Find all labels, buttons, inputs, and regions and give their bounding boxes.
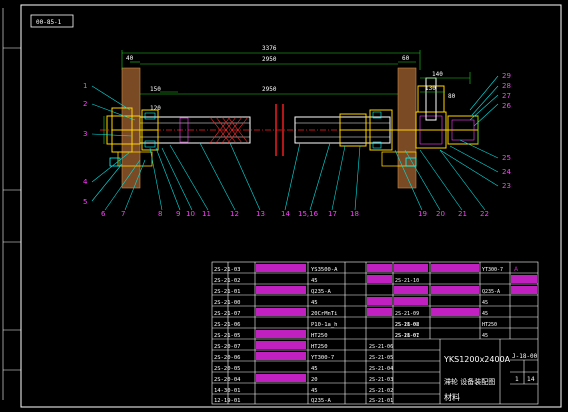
far-right-cell: 45 xyxy=(482,300,488,306)
part-code-row: 2S-20-05 xyxy=(214,366,241,372)
part-code-right: 2S-21-06 xyxy=(369,344,393,350)
callout-25: 25 xyxy=(502,154,511,162)
part-code-row: 12-19-01 xyxy=(214,398,241,404)
title-sheet-no: 1 xyxy=(515,376,519,383)
far-right-cell: Q235-A xyxy=(482,289,500,295)
callout-27: 27 xyxy=(502,92,511,100)
callout-12: 12 xyxy=(230,210,239,218)
material-cell: Q235-A xyxy=(311,398,332,404)
callout-22: 22 xyxy=(480,210,489,218)
callout-18: 18 xyxy=(350,210,359,218)
far-right-cell: 45 xyxy=(482,333,488,339)
part-code-row: 2S-20-06 xyxy=(214,355,241,361)
callout-26: 26 xyxy=(502,102,511,110)
callout-2: 2 xyxy=(83,100,87,108)
callout-5: 5 xyxy=(83,198,87,206)
part-code-row: 2S-21-06 xyxy=(214,322,241,328)
material-cell: HT250 xyxy=(311,333,328,339)
callout-21: 21 xyxy=(458,210,467,218)
material-cell: 20CrMnTi xyxy=(311,311,338,317)
callout-1: 1 xyxy=(83,82,87,90)
part-code-row: 2S-21-07 xyxy=(214,311,241,317)
dim-right-g: 80 xyxy=(448,93,456,100)
dim-right-a: 60 xyxy=(402,55,410,62)
right-support-plate xyxy=(397,67,417,189)
part-code-right: 2S-18-01 xyxy=(395,333,419,339)
part-code-row: 2S-20-04 xyxy=(214,377,241,383)
callout-10: 10 xyxy=(186,210,195,218)
part-code-right: 2S-21-01 xyxy=(369,398,393,404)
callout-24: 24 xyxy=(502,168,511,176)
part-code-row: 2S-21-01 xyxy=(214,289,241,295)
material-cell: YS3500-A xyxy=(311,267,338,273)
part-code-right: 2S-18-02 xyxy=(395,322,419,328)
dim-span: 2950 xyxy=(262,56,277,63)
code-box-text: 00-85-1 xyxy=(36,19,62,26)
part-code-right: 2S-21-05 xyxy=(369,355,393,361)
callout-20: 20 xyxy=(436,210,445,218)
dim-shaft: 2950 xyxy=(262,86,277,93)
part-code-row: 2S-21-03 xyxy=(214,267,241,273)
callout-8: 8 xyxy=(158,210,162,218)
dim-right-c: 130 xyxy=(425,85,436,92)
part-code-row: 14-30-01 xyxy=(214,388,241,394)
callout-15-16: 15,16 xyxy=(298,210,319,218)
far-right-cell: 45 xyxy=(482,311,488,317)
material-cell: YT300-7 xyxy=(311,355,334,361)
callout-7: 7 xyxy=(121,210,125,218)
part-code-right: 2S-21-04 xyxy=(369,366,393,372)
callout-23: 23 xyxy=(502,182,511,190)
title-name: 滞轮 设备装配图 xyxy=(444,377,495,386)
part-code-right: 2S-21-09 xyxy=(395,311,419,317)
dim-overall: 3376 xyxy=(262,45,277,52)
title-sheet-total: 14 xyxy=(527,376,535,383)
far-right-cell: YT300-7 xyxy=(482,267,503,273)
callout-17: 17 xyxy=(328,210,337,218)
callout-28: 28 xyxy=(502,82,511,90)
title-code: J-18-00 xyxy=(512,353,538,360)
callout-6: 6 xyxy=(101,210,106,218)
part-code-row: 2S-20-07 xyxy=(214,344,241,350)
callout-11: 11 xyxy=(202,210,211,218)
callout-14: 14 xyxy=(281,210,290,218)
title-model: YKS1200x2400A xyxy=(443,355,511,364)
part-code-row: 2S-21-05 xyxy=(214,333,241,339)
dim-right-b: 140 xyxy=(432,71,443,78)
callout-13: 13 xyxy=(256,210,265,218)
part-code-right: 2S-21-03 xyxy=(369,377,393,383)
dim-left-b: 120 xyxy=(150,105,161,112)
part-code-right: 2S-21-10 xyxy=(395,278,419,284)
part-code-row: 2S-21-00 xyxy=(214,300,241,306)
part-code-right: 2S-21-02 xyxy=(369,388,393,394)
callout-19: 19 xyxy=(418,210,427,218)
material-cell: 45 xyxy=(311,278,318,284)
title-material: 材料 xyxy=(444,392,460,402)
callout-4: 4 xyxy=(83,178,88,186)
material-cell: 45 xyxy=(311,388,318,394)
callout-29: 29 xyxy=(502,72,511,80)
callout-9: 9 xyxy=(176,210,180,218)
material-cell: 45 xyxy=(311,366,318,372)
cad-drawing: 00-85-1 3376 2950 2950 40 150 120 60 140… xyxy=(0,0,568,412)
material-cell: P10-1a_h xyxy=(311,322,338,328)
material-cell: 20 xyxy=(311,377,318,383)
far-right-cell: HT250 xyxy=(482,322,497,328)
material-cell: 45 xyxy=(311,300,318,306)
dim-left-small: 40 xyxy=(126,55,134,62)
part-code-row: 2S-21-02 xyxy=(214,278,241,284)
dim-left-a: 150 xyxy=(150,86,161,93)
material-cell: Q235-A xyxy=(311,289,332,295)
callout-3: 3 xyxy=(83,130,87,138)
left-support-plate xyxy=(121,67,141,189)
material-cell: HT250 xyxy=(311,344,328,350)
